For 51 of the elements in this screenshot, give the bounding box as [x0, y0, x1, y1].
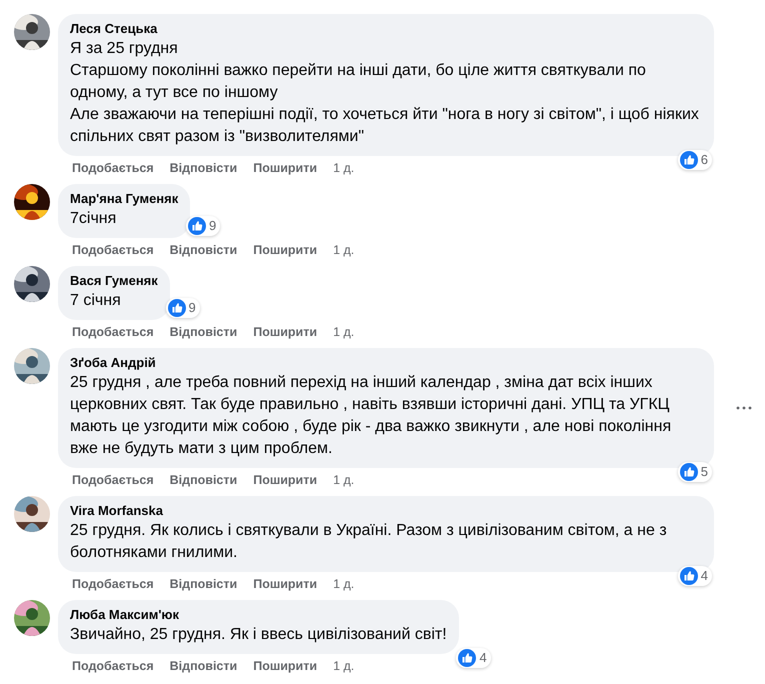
thumbs-up-icon: [168, 299, 186, 317]
comment-text: Старшому поколінні важко перейти на інші дати, бо ціле життя святкували по одному, а тут все по іншому: [70, 61, 647, 103]
action-link[interactable]: Поширити: [253, 658, 318, 674]
comment-time: 1 д.: [333, 576, 354, 592]
thumbs-up-icon: [680, 151, 698, 169]
thumbs-up-icon: [680, 463, 698, 481]
comment-text: Але зважаючи на теперішні події, то хочеться йти "нога в ногу зі світом", і щоб ніяких спільних свят разом із "визволителями": [70, 105, 700, 147]
action-link[interactable]: Подобається: [72, 472, 154, 488]
author-name[interactable]: Вася Гуменяк: [70, 272, 158, 290]
action-link[interactable]: Поширити: [253, 160, 318, 176]
action-link[interactable]: Поширити: [253, 472, 318, 488]
comment-text: 25 грудня , але треба повний перехід на інший календар , зміна дат всіх інших церковних свят. Так буде правильно , навіть взявши історичні дані. УПЦ та УГКЦ мають це узгодити між собою , буде рік - два важко звикнути , але нові покоління вже не будуть мати з цим проблем.: [70, 373, 672, 459]
action-link[interactable]: Подобається: [72, 160, 154, 176]
author-name[interactable]: Мар'яна Гуменяк: [70, 190, 178, 208]
comment-time: 1 д.: [333, 242, 354, 258]
action-link[interactable]: Відповісти: [170, 324, 238, 340]
action-link[interactable]: Відповісти: [170, 160, 238, 176]
comment-time: 1 д.: [333, 324, 354, 340]
comment-text: 7 січня: [70, 291, 122, 311]
comment-text: 7січня: [70, 209, 118, 229]
comment-text: Звичайно, 25 грудня. Як і ввесь цивілізований світ!: [70, 625, 447, 645]
reaction-badge[interactable]: 5: [678, 462, 712, 482]
reaction-badge[interactable]: 9: [166, 298, 200, 318]
thumbs-up-icon: [188, 217, 206, 235]
reaction-badge[interactable]: 6: [678, 150, 712, 170]
action-link[interactable]: Відповісти: [170, 242, 238, 258]
author-name[interactable]: Зґоба Андрій: [70, 354, 702, 372]
action-link[interactable]: Відповісти: [170, 472, 238, 488]
action-link[interactable]: Поширити: [253, 324, 318, 340]
action-link[interactable]: Подобається: [72, 658, 154, 674]
comment-time: 1 д.: [333, 160, 354, 176]
thumbs-up-icon: [680, 567, 698, 585]
action-link[interactable]: Подобається: [72, 576, 154, 592]
action-link[interactable]: Поширити: [253, 576, 318, 592]
author-name[interactable]: Vira Morfanska: [70, 502, 702, 520]
action-link[interactable]: Відповісти: [170, 576, 238, 592]
action-link[interactable]: Відповісти: [170, 658, 238, 674]
action-link[interactable]: Поширити: [253, 242, 318, 258]
reaction-badge[interactable]: 4: [678, 566, 712, 586]
reaction-badge[interactable]: 4: [456, 648, 491, 668]
comment-time: 1 д.: [333, 472, 354, 488]
action-link[interactable]: Подобається: [72, 242, 154, 258]
author-name[interactable]: Люба Максим'юк: [70, 606, 447, 624]
action-link[interactable]: Подобається: [72, 324, 154, 340]
comment-time: 1 д.: [333, 658, 354, 674]
author-name[interactable]: Леся Стецька: [70, 20, 702, 38]
thumbs-up-icon: [458, 649, 476, 667]
reaction-badge[interactable]: 9: [186, 216, 220, 236]
comment-text: Я за 25 грудня: [70, 39, 179, 59]
comment-text: 25 грудня. Як колись і святкували в Україні. Разом з цивілізованим світом, а не з болотняками гнилими.: [70, 521, 668, 563]
more-icon[interactable]: [736, 406, 752, 410]
